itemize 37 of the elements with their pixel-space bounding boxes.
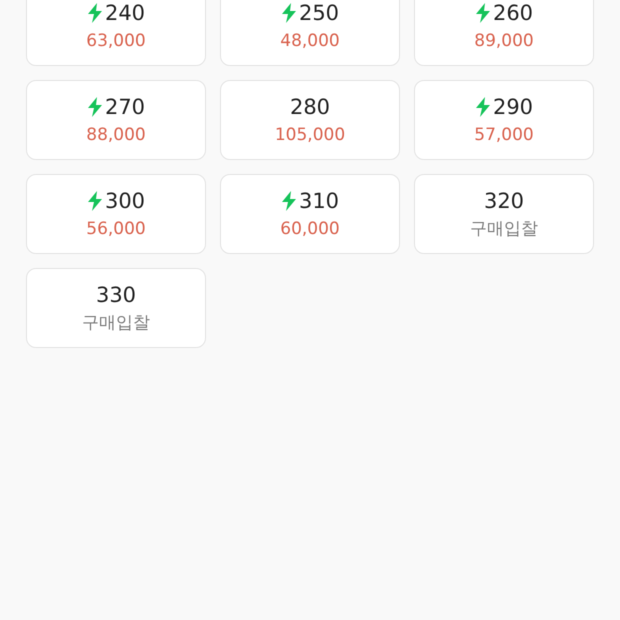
size-label: 330 [96, 282, 136, 308]
size-label: 310 [298, 188, 340, 214]
price-label: 105,000 [274, 124, 346, 146]
size-label: 290 [492, 94, 534, 120]
size-label: 260 [492, 0, 534, 26]
size-option[interactable]: 320 구매입찰 [414, 174, 594, 254]
price-label: 56,000 [86, 218, 146, 240]
lightning-icon [86, 97, 103, 117]
size-option[interactable]: 270 88,000 [26, 80, 206, 160]
lightning-icon [474, 97, 491, 117]
size-label: 280 [290, 94, 330, 120]
size-option[interactable]: 300 56,000 [26, 174, 206, 254]
size-label: 250 [298, 0, 340, 26]
lightning-icon [474, 3, 491, 23]
price-label: 89,000 [474, 30, 534, 52]
price-label: 60,000 [280, 218, 340, 240]
lightning-icon [280, 3, 297, 23]
size-option[interactable]: 240 63,000 [26, 0, 206, 66]
size-label: 270 [104, 94, 146, 120]
size-option[interactable]: 330 구매입찰 [26, 268, 206, 348]
size-option[interactable]: 260 89,000 [414, 0, 594, 66]
size-option[interactable]: 310 60,000 [220, 174, 400, 254]
lightning-icon [86, 3, 103, 23]
size-option[interactable]: 250 48,000 [220, 0, 400, 66]
price-label: 88,000 [86, 124, 146, 146]
size-label: 300 [104, 188, 146, 214]
bid-label: 구매입찰 [82, 312, 150, 334]
size-label: 320 [484, 188, 524, 214]
bid-label: 구매입찰 [470, 218, 538, 240]
price-label: 63,000 [86, 30, 146, 52]
price-label: 57,000 [474, 124, 534, 146]
lightning-icon [280, 191, 297, 211]
size-option[interactable]: 280 105,000 [220, 80, 400, 160]
size-label: 240 [104, 0, 146, 26]
price-label: 48,000 [280, 30, 340, 52]
lightning-icon [86, 191, 103, 211]
size-option[interactable]: 290 57,000 [414, 80, 594, 160]
